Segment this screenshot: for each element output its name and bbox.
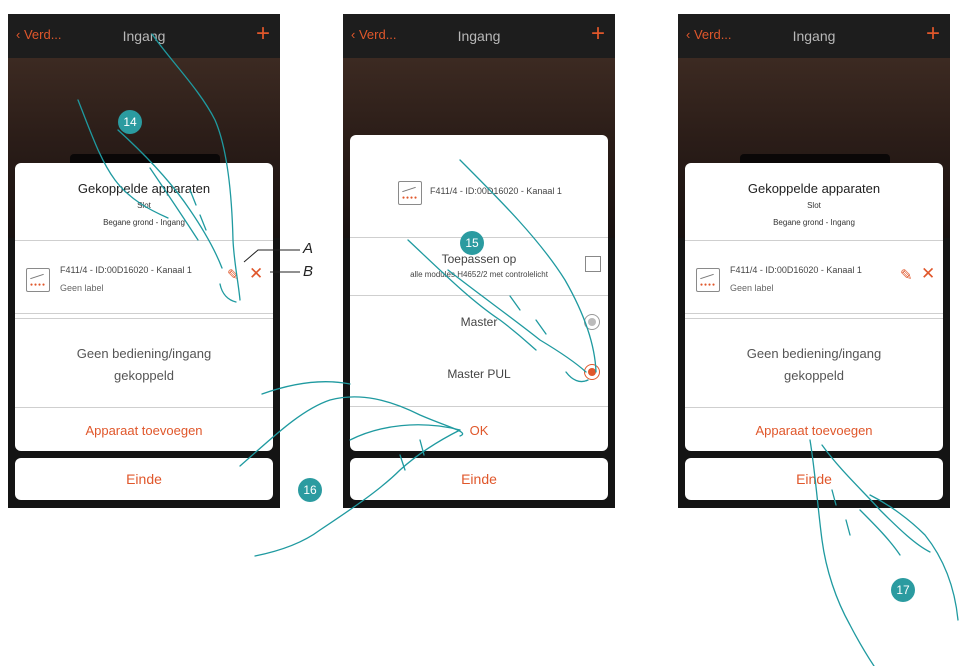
step-badge-16: 16	[298, 478, 322, 502]
callout-label-a: A	[303, 240, 314, 257]
callout-label-b: B	[303, 263, 314, 280]
step-badge-15: 15	[460, 231, 484, 255]
step-badge-14: 14	[118, 110, 142, 134]
hand-gesture-overlay	[77, 33, 959, 666]
step-badge-17: 17	[891, 578, 915, 602]
